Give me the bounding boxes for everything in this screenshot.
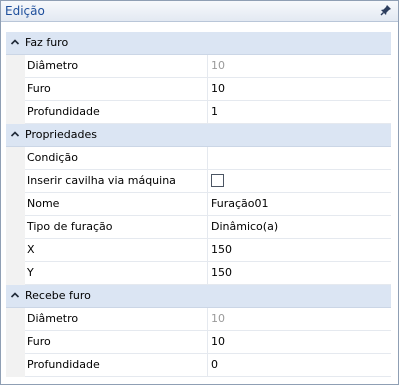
chevron-up-icon[interactable] bbox=[10, 37, 20, 47]
property-value: 10 bbox=[211, 59, 225, 72]
property-row-nome[interactable]: Nome Furação01 bbox=[6, 193, 391, 216]
property-name: Furo bbox=[27, 82, 51, 95]
property-value[interactable]: 10 bbox=[211, 335, 225, 348]
row-gutter bbox=[6, 101, 25, 124]
property-value[interactable]: 10 bbox=[211, 82, 225, 95]
property-grid: Faz furo Diâmetro 10 Furo 10 Profundidad… bbox=[6, 32, 391, 377]
panel-title: Edição bbox=[5, 4, 45, 18]
property-row-diametro[interactable]: Diâmetro 10 bbox=[6, 55, 391, 78]
column-separator bbox=[207, 216, 208, 238]
column-separator bbox=[207, 239, 208, 261]
property-row-furo[interactable]: Furo 10 bbox=[6, 331, 391, 354]
property-value[interactable]: 0 bbox=[211, 358, 218, 371]
property-name: Tipo de furação bbox=[27, 220, 113, 233]
column-separator bbox=[207, 55, 208, 77]
property-name: Y bbox=[27, 266, 34, 279]
property-name: X bbox=[27, 243, 35, 256]
property-row-condicao[interactable]: Condição bbox=[6, 147, 391, 170]
column-separator bbox=[207, 354, 208, 376]
column-separator bbox=[207, 308, 208, 330]
property-row-profundidade[interactable]: Profundidade 0 bbox=[6, 354, 391, 377]
property-name: Diâmetro bbox=[27, 312, 79, 325]
property-row-y[interactable]: Y 150 bbox=[6, 262, 391, 285]
row-gutter bbox=[6, 193, 25, 216]
category-propriedades[interactable]: Propriedades bbox=[6, 124, 391, 147]
inserir-cavilha-checkbox[interactable] bbox=[211, 174, 224, 187]
property-value[interactable]: 150 bbox=[211, 243, 232, 256]
property-name: Condição bbox=[27, 151, 78, 164]
property-value[interactable]: 1 bbox=[211, 105, 218, 118]
row-gutter bbox=[6, 331, 25, 354]
property-value[interactable]: Furação01 bbox=[211, 197, 268, 210]
category-faz-furo[interactable]: Faz furo bbox=[6, 32, 391, 55]
property-row-tipo-de-furacao[interactable]: Tipo de furação Dinâmico(a) bbox=[6, 216, 391, 239]
property-row-furo[interactable]: Furo 10 bbox=[6, 78, 391, 101]
properties-panel: Edição Faz furo Diâmetro 10 Furo 10 Prof… bbox=[0, 0, 399, 385]
row-gutter bbox=[6, 262, 25, 285]
pin-icon[interactable] bbox=[380, 4, 392, 16]
property-name: Nome bbox=[27, 197, 60, 210]
column-separator bbox=[207, 147, 208, 169]
row-gutter bbox=[6, 78, 25, 101]
property-name: Furo bbox=[27, 335, 51, 348]
property-value[interactable]: 150 bbox=[211, 266, 232, 279]
column-separator bbox=[207, 262, 208, 284]
category-label: Propriedades bbox=[25, 128, 97, 141]
property-value[interactable]: Dinâmico(a) bbox=[211, 220, 278, 233]
property-name: Diâmetro bbox=[27, 59, 79, 72]
column-separator bbox=[207, 193, 208, 215]
column-separator bbox=[207, 170, 208, 192]
chevron-up-icon[interactable] bbox=[10, 290, 20, 300]
property-name: Profundidade bbox=[27, 105, 100, 118]
property-row-inserir-cavilha[interactable]: Inserir cavilha via máquina bbox=[6, 170, 391, 193]
property-row-x[interactable]: X 150 bbox=[6, 239, 391, 262]
row-gutter bbox=[6, 147, 25, 170]
row-gutter bbox=[6, 170, 25, 193]
column-separator bbox=[207, 331, 208, 353]
property-name: Profundidade bbox=[27, 358, 100, 371]
property-row-diametro[interactable]: Diâmetro 10 bbox=[6, 308, 391, 331]
panel-title-bar: Edição bbox=[1, 1, 398, 22]
row-gutter bbox=[6, 354, 25, 377]
category-recebe-furo[interactable]: Recebe furo bbox=[6, 285, 391, 308]
column-separator bbox=[207, 101, 208, 123]
chevron-up-icon[interactable] bbox=[10, 129, 20, 139]
property-name: Inserir cavilha via máquina bbox=[27, 174, 176, 187]
column-separator bbox=[207, 78, 208, 100]
row-gutter bbox=[6, 216, 25, 239]
row-gutter bbox=[6, 308, 25, 331]
category-label: Faz furo bbox=[25, 36, 69, 49]
category-label: Recebe furo bbox=[25, 289, 91, 302]
row-gutter bbox=[6, 55, 25, 78]
property-row-profundidade[interactable]: Profundidade 1 bbox=[6, 101, 391, 124]
property-value: 10 bbox=[211, 312, 225, 325]
row-gutter bbox=[6, 239, 25, 262]
